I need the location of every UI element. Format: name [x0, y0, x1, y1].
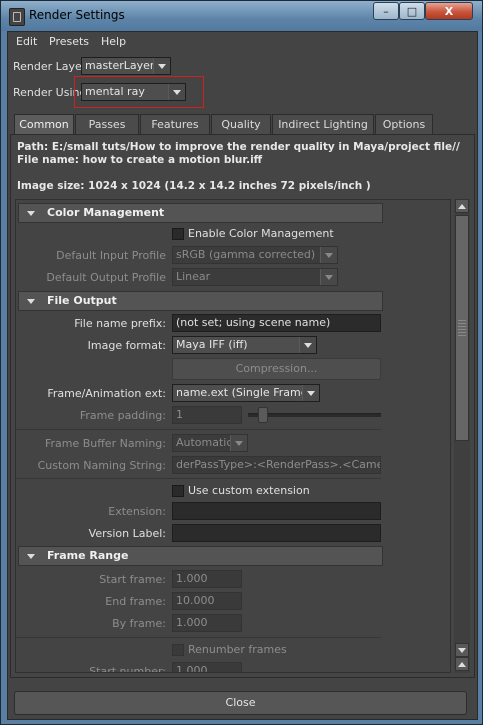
- scroll-up-icon[interactable]: [455, 657, 469, 671]
- renumber-frames-label: Renumber frames: [188, 643, 287, 656]
- common-tab-panel: Path: E:/small tuts/How to improve the r…: [10, 134, 475, 678]
- settings-scroll-area[interactable]: Color Management Enable Color Management…: [15, 199, 451, 673]
- color-management-header[interactable]: Color Management: [18, 203, 383, 223]
- file-output-header[interactable]: File Output: [18, 291, 383, 311]
- enable-color-management-checkbox[interactable]: [172, 228, 184, 240]
- scrollbar-thumb[interactable]: [455, 215, 469, 441]
- window-title: Render Settings: [29, 8, 125, 22]
- frame-animation-ext-dropdown[interactable]: name.ext (Single Frame): [172, 384, 320, 402]
- scroll-down-icon[interactable]: [455, 643, 469, 657]
- tab-common[interactable]: Common: [14, 114, 74, 134]
- tab-quality[interactable]: Quality: [211, 114, 271, 134]
- scroll-up-icon[interactable]: [455, 199, 469, 213]
- highlight-annotation: [74, 76, 204, 108]
- render-settings-window: Render Settings – □ X Edit Presets Help …: [0, 0, 483, 725]
- file-name-prefix-field[interactable]: (not set; using scene name): [172, 314, 381, 332]
- frame-animation-ext-label: Frame/Animation ext:: [47, 387, 166, 400]
- output-profile-value: Linear: [176, 270, 211, 283]
- image-format-value: Maya IFF (iff): [176, 338, 248, 351]
- close-button[interactable]: Close: [14, 691, 467, 715]
- tab-indirect-lighting[interactable]: Indirect Lighting: [272, 114, 374, 134]
- chevron-down-icon: [320, 269, 337, 285]
- extension-field[interactable]: [172, 502, 381, 520]
- dialog-client: Edit Presets Help Render Layer masterLay…: [7, 31, 478, 720]
- divider: [16, 637, 381, 638]
- close-window-button[interactable]: X: [425, 2, 473, 20]
- file-name-prefix-label: File name prefix:: [74, 317, 166, 330]
- custom-naming-string-field[interactable]: derPassType>:<RenderPass>.<Camera>: [172, 456, 381, 474]
- menu-presets[interactable]: Presets: [49, 35, 89, 48]
- default-output-profile-dropdown[interactable]: Linear: [172, 268, 338, 286]
- use-custom-extension-checkbox[interactable]: [172, 485, 184, 497]
- collapse-triangle-icon: [27, 299, 35, 304]
- tab-passes[interactable]: Passes: [75, 114, 139, 134]
- input-profile-value: sRGB (gamma corrected): [176, 248, 316, 261]
- end-frame-field[interactable]: 10.000: [172, 592, 242, 610]
- compression-button[interactable]: Compression...: [172, 358, 381, 380]
- start-number-field[interactable]: 1.000: [172, 662, 242, 672]
- collapse-triangle-icon: [27, 554, 35, 559]
- version-label-field[interactable]: [172, 524, 381, 542]
- default-input-profile-label: Default Input Profile: [56, 249, 166, 262]
- collapse-triangle-icon: [27, 211, 35, 216]
- custom-naming-string-label: Custom Naming String:: [37, 459, 166, 472]
- title-bar[interactable]: Render Settings – □ X: [1, 1, 482, 31]
- start-frame-field[interactable]: 1.000: [172, 570, 242, 588]
- renumber-frames-checkbox[interactable]: [172, 644, 184, 656]
- chevron-down-icon: [299, 337, 316, 353]
- section-title: Frame Range: [47, 549, 129, 562]
- menu-edit[interactable]: Edit: [16, 35, 37, 48]
- menu-help[interactable]: Help: [101, 35, 126, 48]
- file-name-info: File name: how to create a motion blur.i…: [17, 154, 263, 166]
- render-layer-label: Render Layer: [13, 60, 87, 73]
- divider: [16, 478, 381, 479]
- chevron-down-icon: [302, 385, 319, 401]
- render-layer-value: masterLayer: [85, 59, 155, 72]
- chevron-down-icon: [320, 247, 337, 263]
- menu-bar: Edit Presets Help: [8, 32, 477, 52]
- buffer-naming-value: Automatic: [176, 436, 233, 449]
- frame-padding-field[interactable]: 1: [172, 406, 242, 424]
- enable-color-management-label: Enable Color Management: [188, 227, 334, 240]
- default-input-profile-dropdown[interactable]: sRGB (gamma corrected): [172, 246, 338, 264]
- chevron-down-icon: [153, 58, 170, 74]
- version-label-label: Version Label:: [88, 527, 166, 540]
- by-frame-label: By frame:: [112, 617, 166, 630]
- image-format-dropdown[interactable]: Maya IFF (iff): [172, 336, 317, 354]
- extension-label: Extension:: [108, 505, 166, 518]
- grip-icon: [458, 320, 466, 336]
- section-title: Color Management: [47, 206, 165, 219]
- divider: [16, 429, 381, 430]
- ext-value: name.ext (Single Frame): [176, 386, 312, 399]
- render-layer-dropdown[interactable]: masterLayer: [81, 57, 171, 75]
- end-frame-label: End frame:: [105, 595, 166, 608]
- frame-padding-label: Frame padding:: [79, 409, 166, 422]
- start-frame-label: Start frame:: [99, 573, 166, 586]
- by-frame-field[interactable]: 1.000: [172, 614, 242, 632]
- slider-handle[interactable]: [258, 407, 268, 423]
- tab-features[interactable]: Features: [140, 114, 210, 134]
- start-number-label: Start number:: [89, 665, 166, 673]
- minimize-button[interactable]: –: [373, 2, 399, 20]
- frame-buffer-naming-dropdown[interactable]: Automatic: [172, 434, 248, 452]
- vertical-scrollbar[interactable]: [454, 199, 470, 673]
- use-custom-extension-label: Use custom extension: [188, 484, 310, 497]
- tab-options[interactable]: Options: [375, 114, 433, 134]
- section-title: File Output: [47, 294, 117, 307]
- default-output-profile-label: Default Output Profile: [46, 271, 166, 284]
- frame-range-header[interactable]: Frame Range: [18, 546, 383, 566]
- image-format-label: Image format:: [87, 339, 166, 352]
- maya-app-icon: [9, 8, 25, 26]
- path-info: Path: E:/small tuts/How to improve the r…: [17, 141, 460, 153]
- chevron-down-icon: [230, 435, 247, 451]
- frame-buffer-naming-label: Frame Buffer Naming:: [44, 437, 166, 450]
- maximize-button[interactable]: □: [399, 2, 425, 20]
- image-size-info: Image size: 1024 x 1024 (14.2 x 14.2 inc…: [17, 180, 371, 192]
